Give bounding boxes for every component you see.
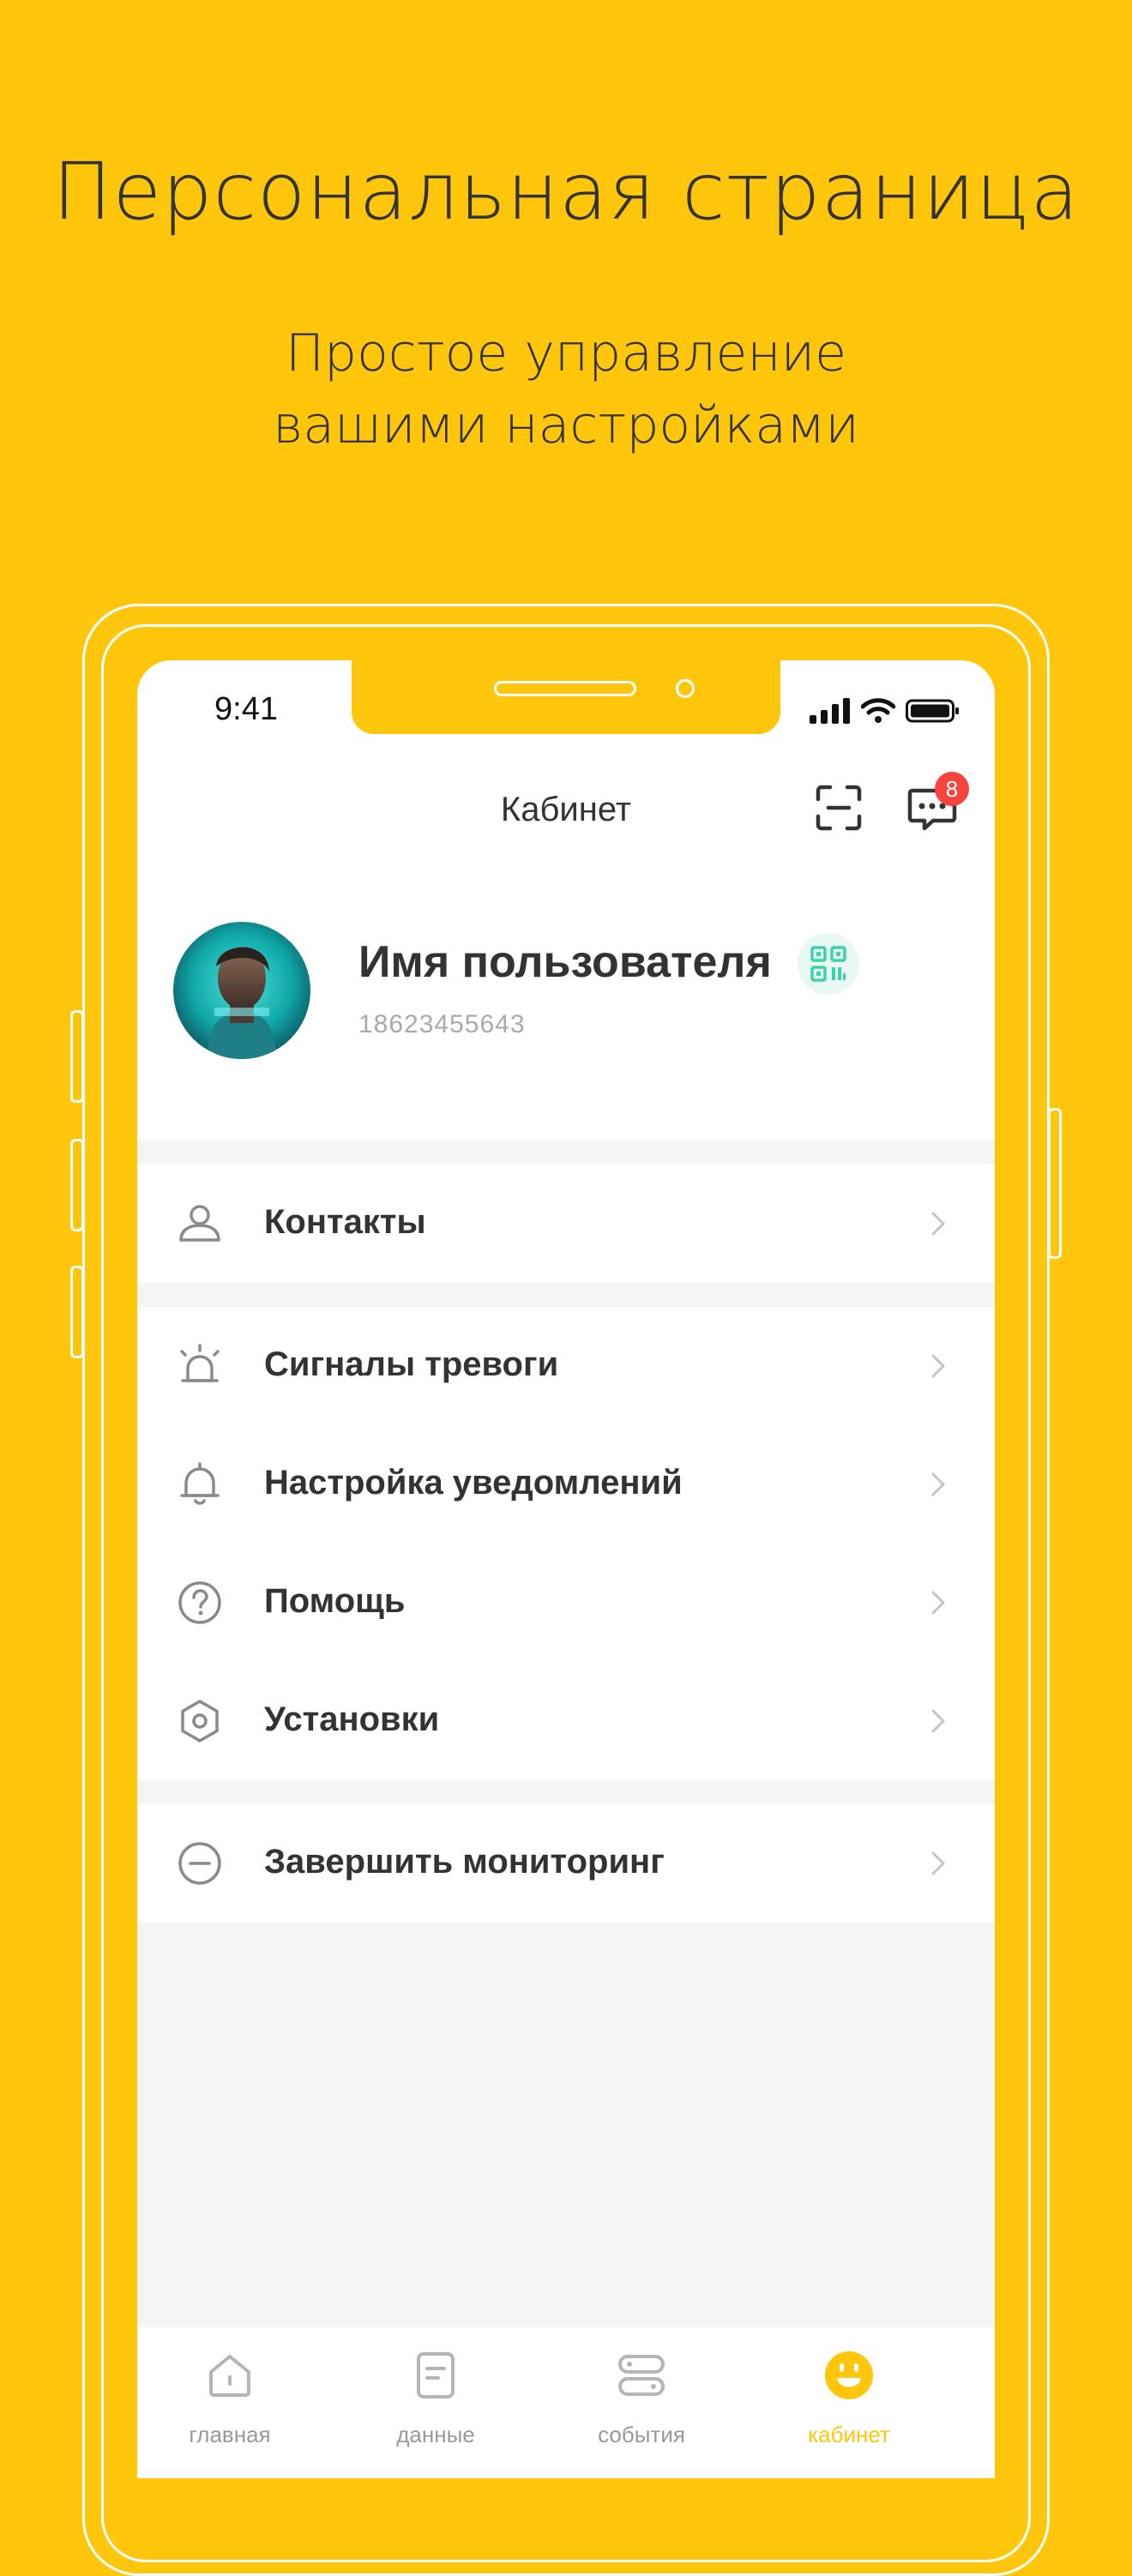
chevron-right-icon (931, 1851, 945, 1875)
smiley-icon (825, 2351, 873, 2399)
tab-label: кабинет (808, 2422, 890, 2447)
status-time: 9:41 (214, 691, 278, 727)
scan-icon (816, 785, 862, 831)
qr-code-icon (810, 946, 846, 982)
chevron-right-icon (931, 1354, 945, 1378)
user-phone: 18623455643 (358, 1010, 526, 1038)
battery-icon (906, 699, 959, 723)
help-icon (178, 1581, 221, 1624)
menu-item-label: Контакты (264, 1203, 426, 1241)
home-icon (209, 2355, 250, 2397)
user-icon (179, 1205, 220, 1242)
phone-screen: 9:41 Кабинет 8 Имя пользователя 18623455… (137, 660, 995, 2478)
phone-side-button-power (1048, 1108, 1062, 1259)
wifi-icon (861, 698, 895, 723)
tab-label: события (598, 2422, 685, 2447)
alarm-icon (180, 1344, 220, 1382)
phone-side-button-volume-down (70, 1266, 84, 1358)
qr-code-button[interactable] (798, 933, 859, 995)
promo-subline-line-2: вашими настройками (273, 395, 859, 455)
menu-item-alarm-signals[interactable]: Сигналы тревоги (137, 1307, 995, 1425)
tab-label: главная (189, 2422, 271, 2447)
menu-item-label: Помощь (264, 1582, 406, 1620)
front-camera (676, 679, 695, 698)
chevron-right-icon (931, 1709, 945, 1733)
promo-headline: Персональная страница (52, 146, 1080, 238)
tab-events[interactable]: события (556, 2327, 727, 2478)
menu-item-label: Сигналы тревоги (264, 1345, 559, 1383)
tab-label: данные (396, 2422, 475, 2447)
menu-section-monitoring: Завершить мониторинг (137, 1804, 995, 1923)
promo-subline: Простое управление вашими настройками (0, 317, 1132, 461)
phone-side-button-mute (70, 1010, 84, 1103)
menu-section-settings: Сигналы тревоги Настройка уведомлений По… (137, 1307, 995, 1780)
tab-data[interactable]: данные (350, 2327, 521, 2478)
chevron-right-icon (931, 1472, 945, 1496)
menu-item-help[interactable]: Помощь (137, 1544, 995, 1662)
menu-section-contacts: Контакты (137, 1165, 995, 1283)
phone-side-button-volume-up (70, 1139, 84, 1231)
menu-item-contacts[interactable]: Контакты (137, 1165, 995, 1283)
document-icon (417, 2352, 455, 2398)
events-icon (618, 2355, 665, 2396)
menu-item-end-monitoring[interactable]: Завершить мониторинг (137, 1804, 995, 1923)
menu-item-label: Завершить мониторинг (264, 1843, 665, 1881)
user-name: Имя пользователя (358, 937, 772, 987)
menu-item-settings[interactable]: Установки (137, 1662, 995, 1780)
chevron-right-icon (931, 1212, 945, 1236)
message-count-badge: 8 (935, 772, 969, 806)
menu-item-label: Настройка уведомлений (264, 1464, 683, 1502)
bell-icon (180, 1462, 220, 1505)
status-icons (810, 696, 960, 725)
minus-circle-icon (178, 1842, 221, 1885)
menu-item-label: Установки (264, 1700, 440, 1738)
menu-item-notification-settings[interactable]: Настройка уведомлений (137, 1425, 995, 1544)
settings-hexagon-icon (181, 1700, 219, 1742)
tab-home[interactable]: главная (144, 2327, 316, 2478)
cellular-signal-icon (810, 698, 850, 724)
avatar[interactable] (173, 922, 310, 1059)
avatar-image (173, 922, 310, 1059)
speaker-grille (494, 681, 636, 696)
page-title: Кабинет (500, 791, 632, 828)
bottom-tab-bar: главная данные события кабинет (137, 2327, 995, 2478)
tab-cabinet[interactable]: кабинет (763, 2327, 935, 2478)
promo-subline-line-1: Простое управление (285, 323, 847, 383)
phone-notch (352, 660, 780, 734)
chevron-right-icon (931, 1591, 945, 1615)
scan-button[interactable] (813, 782, 864, 834)
